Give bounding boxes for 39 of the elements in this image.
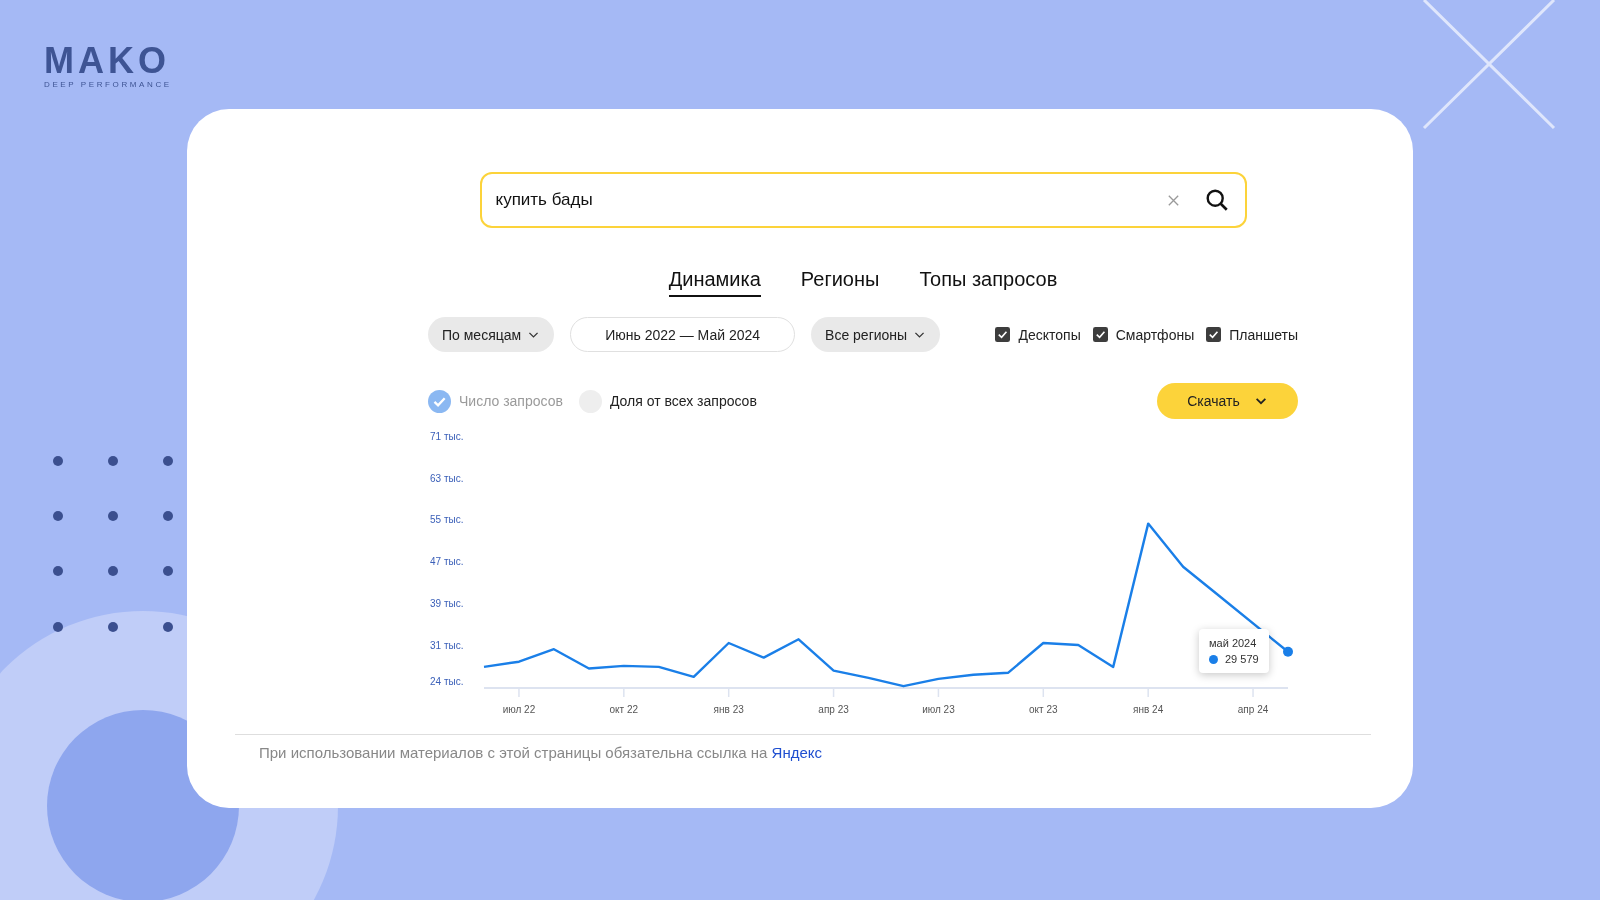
axis-label: янв 23 [713,704,744,715]
footer-link[interactable]: Яндекс [771,744,823,761]
footer-note: При использовании материалов с этой страницы обязательна ссылка на Яндекс [259,744,824,761]
axis-label: 24 тыс. [430,676,464,687]
axis-label: 31 тыс. [430,639,464,651]
checkbox-label[interactable]: Смартфоны [1115,326,1195,343]
axis-label: окт 22 [609,704,639,715]
tab[interactable]: Топы запросов [919,268,1058,297]
checkbox[interactable] [1206,327,1222,342]
legend-dot [1209,654,1218,664]
axis-label: 39 тыс. [430,597,464,609]
region-dropdown[interactable]: Все регионы [811,317,941,352]
tooltip-title: май 2024 [1209,637,1258,649]
download-button[interactable]: Скачать [1157,383,1298,419]
checkbox-label[interactable]: Планшеты [1229,326,1298,343]
axis-label: апр 24 [1237,704,1269,715]
tooltip-value: 29 579 [1225,653,1259,665]
axis-label: апр 23 [818,704,849,715]
checkbox[interactable] [1092,327,1108,342]
axis-label: 71 тыс. [430,431,464,442]
radio-button[interactable] [428,389,451,413]
search-icon [1204,188,1229,212]
radio-label[interactable]: Доля от всех запросов [609,393,757,409]
axis-label: янв 24 [1133,704,1164,715]
checkbox-label[interactable]: Десктопы [1018,326,1081,343]
tab[interactable]: Регионы [800,268,880,297]
axis-label: 47 тыс. [430,556,464,568]
logo-tagline: DEEP PERFORMANCE [44,80,172,90]
data-point [1283,646,1293,657]
search-field[interactable]: купить бады [479,172,1247,228]
axis-label: окт 23 [1029,704,1058,715]
axis-label: 63 тыс. [430,472,464,484]
axis-label: 55 тыс. [430,514,464,526]
period-dropdown[interactable]: По месяцам [428,317,555,352]
tab[interactable]: Динамика [668,268,761,297]
logo-text: MAKO [44,44,170,78]
checkbox[interactable] [995,327,1011,342]
axis-label: июл 22 [502,704,536,715]
axis-label: июл 23 [922,704,955,715]
